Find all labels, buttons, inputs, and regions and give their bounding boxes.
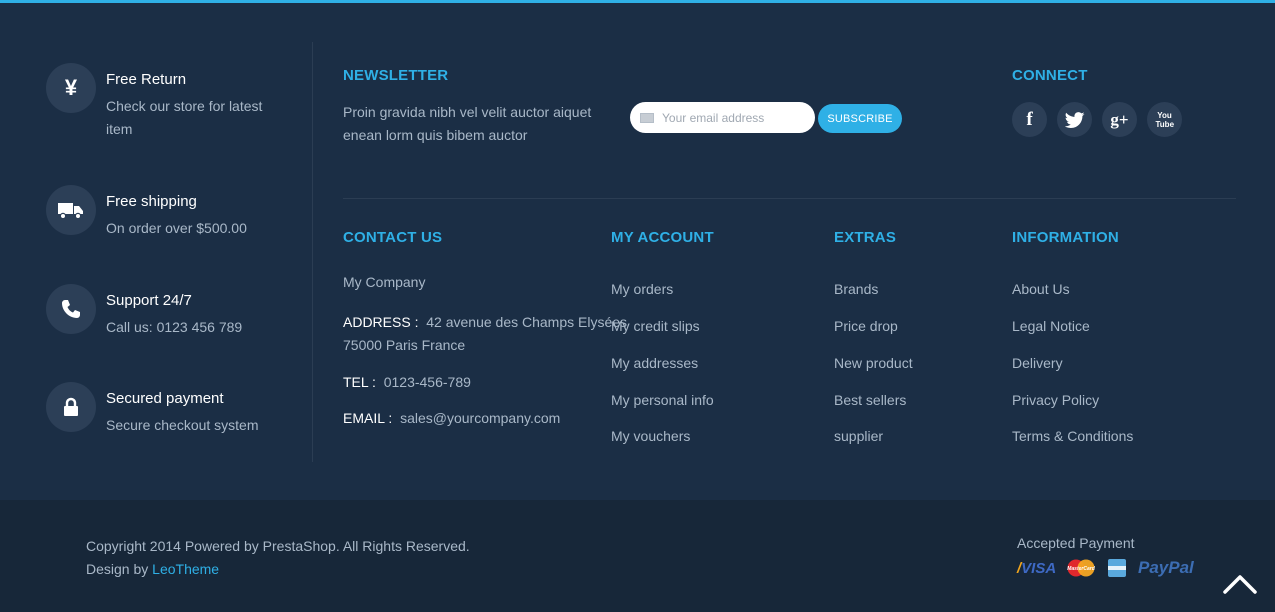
- paypal-icon: PayPal: [1138, 558, 1194, 577]
- link-new-product[interactable]: New product: [834, 355, 913, 371]
- tel-label: TEL :: [343, 374, 376, 390]
- contact-heading: CONTACT US: [343, 229, 443, 246]
- service-desc: Secure checkout system: [106, 417, 259, 433]
- designer-link[interactable]: LeoTheme: [152, 561, 219, 577]
- email-field[interactable]: [662, 110, 802, 125]
- vertical-divider: [312, 42, 313, 462]
- subscribe-button[interactable]: SUBSCRIBE: [818, 104, 902, 133]
- service-support: Support 24/7 Call us: 0123 456 789: [46, 284, 306, 344]
- service-free-shipping: Free shipping On order over $500.00: [46, 185, 306, 245]
- information-heading: INFORMATION: [1012, 229, 1119, 246]
- link-legal-notice[interactable]: Legal Notice: [1012, 318, 1090, 334]
- youtube-icon[interactable]: You Tube: [1147, 102, 1182, 137]
- tel-line: TEL : 0123-456-789: [343, 371, 471, 394]
- link-privacy-policy[interactable]: Privacy Policy: [1012, 392, 1099, 408]
- extras-heading: EXTRAS: [834, 229, 897, 246]
- email-line: EMAIL : sales@yourcompany.com: [343, 407, 560, 430]
- link-my-vouchers[interactable]: My vouchers: [611, 428, 690, 444]
- newsletter-heading: NEWSLETTER: [343, 67, 449, 84]
- service-free-return: ¥ Free Return Check our store for latest…: [46, 63, 306, 137]
- address-label: ADDRESS :: [343, 314, 419, 330]
- link-my-personal-info[interactable]: My personal info: [611, 392, 714, 408]
- payment-label: Accepted Payment: [1017, 535, 1135, 551]
- link-price-drop[interactable]: Price drop: [834, 318, 898, 334]
- link-my-orders[interactable]: My orders: [611, 281, 673, 297]
- my-account-heading: MY ACCOUNT: [611, 229, 714, 246]
- service-desc: Check our store for latest item: [106, 98, 263, 137]
- link-my-addresses[interactable]: My addresses: [611, 355, 698, 371]
- mastercard-icon: MasterCard: [1066, 558, 1096, 578]
- service-title: Free Return: [106, 71, 187, 88]
- email-value[interactable]: sales@yourcompany.com: [400, 410, 560, 426]
- service-title: Support 24/7: [106, 292, 192, 309]
- american-express-icon: [1108, 558, 1126, 578]
- lock-icon: [46, 382, 96, 432]
- tel-value: 0123-456-789: [383, 374, 471, 390]
- copyright-text: Copyright 2014 Powered by PrestaShop. Al…: [86, 538, 470, 554]
- email-label: EMAIL :: [343, 410, 393, 426]
- design-by-label: Design by: [86, 561, 149, 577]
- twitter-icon[interactable]: [1057, 102, 1092, 137]
- svg-text:MasterCard: MasterCard: [1067, 566, 1095, 572]
- design-by-line: Design by LeoTheme: [86, 558, 470, 581]
- service-desc: On order over $500.00: [106, 220, 247, 236]
- horizontal-divider: [343, 198, 1236, 199]
- phone-icon: [46, 284, 96, 334]
- link-best-sellers[interactable]: Best sellers: [834, 392, 906, 408]
- envelope-icon: [640, 112, 654, 123]
- email-field-wrapper: [630, 102, 815, 133]
- address-line-2: 75000 Paris France: [343, 337, 466, 353]
- connect-heading: CONNECT: [1012, 67, 1088, 84]
- address-line: ADDRESS : 42 avenue des Champs Elysées: [343, 311, 627, 334]
- link-brands[interactable]: Brands: [834, 281, 878, 297]
- service-desc: Call us: 0123 456 789: [106, 319, 243, 335]
- service-secured-payment: Secured payment Secure checkout system: [46, 382, 306, 442]
- address-value: 42 avenue des Champs Elysées: [426, 314, 628, 330]
- newsletter-text: Proin gravida nibh vel velit auctor aiqu…: [343, 104, 592, 143]
- truck-icon: [46, 185, 96, 235]
- company-name: My Company: [343, 274, 426, 290]
- link-my-credit-slips[interactable]: My credit slips: [611, 318, 700, 334]
- yen-icon: ¥: [46, 63, 96, 113]
- facebook-icon[interactable]: f: [1012, 102, 1047, 137]
- visa-icon: / VISA: [1017, 559, 1057, 577]
- link-terms-conditions[interactable]: Terms & Conditions: [1012, 428, 1133, 444]
- link-delivery[interactable]: Delivery: [1012, 355, 1063, 371]
- chevron-up-icon[interactable]: [1222, 570, 1258, 598]
- service-title: Free shipping: [106, 193, 197, 210]
- service-title: Secured payment: [106, 390, 224, 407]
- link-about-us[interactable]: About Us: [1012, 281, 1070, 297]
- google-plus-icon[interactable]: g+: [1102, 102, 1137, 137]
- copyright: Copyright 2014 Powered by PrestaShop. Al…: [86, 535, 470, 581]
- link-supplier[interactable]: supplier: [834, 428, 883, 444]
